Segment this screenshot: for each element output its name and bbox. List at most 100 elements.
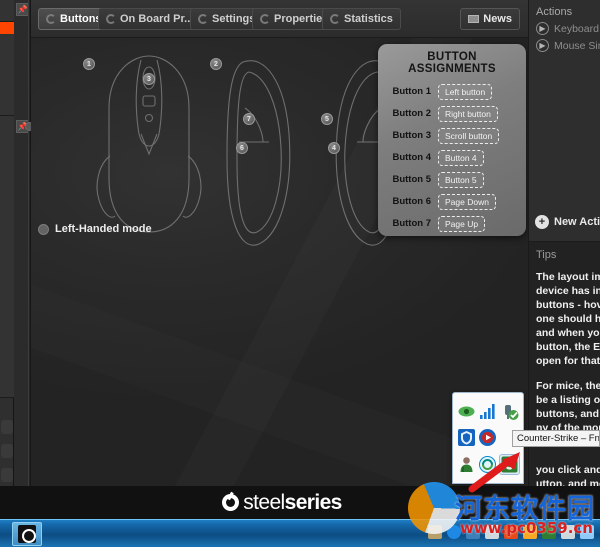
action-item-mouse[interactable]: ▶ Mouse Sin [529,35,600,52]
tips-line: button, the Edit [536,340,600,354]
rail-segment-lower [0,116,14,398]
toolbox-icon[interactable] [428,525,442,539]
overflow-chevron-icon[interactable] [466,525,480,539]
rail-accent-orange [0,22,14,34]
usb-check-icon[interactable] [500,402,519,421]
tips-panel: Tips The layout imag device has inter bu… [529,242,600,519]
button-marker-2[interactable]: 2 [210,58,222,70]
news-label: News [483,13,512,25]
brand-logo-wrap: steelseries [222,491,341,515]
button-marker-7[interactable]: 7 [243,113,255,125]
person-icon[interactable] [504,525,518,539]
help-icon[interactable] [447,525,461,539]
left-handed-mode-row[interactable]: Left-Handed mode [38,223,152,235]
button-marker-5[interactable]: 5 [321,113,333,125]
shield-icon[interactable] [457,428,476,447]
rail-segment-top [0,0,14,22]
assignment-name: Button 4 [384,152,438,163]
assignment-value[interactable]: Scroll button [438,128,499,144]
brand-suffix: series [285,491,342,514]
tab-label: Buttons [60,13,102,25]
assignment-name: Button 5 [384,174,438,185]
tips-line: one should higl [536,312,600,326]
cloud-icon[interactable] [485,525,499,539]
tips-line: The layout imag [536,270,600,284]
tab-statistics[interactable]: Statistics [322,8,401,30]
folder-icon[interactable] [523,525,537,539]
rail-button-3[interactable] [1,468,13,482]
media-player-icon[interactable] [478,428,497,447]
news-button[interactable]: News [460,8,520,30]
assignment-row: Button 1 Left button [384,81,520,102]
taskbar-steelseries-app[interactable] [12,522,42,546]
assignment-value[interactable]: Right button [438,106,498,122]
tab-label: Properties [274,13,328,25]
tips-header: Tips [536,249,600,261]
flag-icon[interactable] [561,525,575,539]
assignment-value[interactable]: Page Up [438,216,485,232]
actions-header: Actions [529,0,600,18]
assignment-value[interactable]: Button 4 [438,150,484,166]
tab-label: Statistics [344,13,393,25]
screenshot-root: 📌 📌 Buttons On Board Pr... Settings Prop… [0,0,600,547]
assignment-name: Button 1 [384,86,438,97]
left-handed-mode-checkbox[interactable] [38,224,49,235]
new-action-label: New Actio [554,216,600,228]
rail-button-2[interactable] [1,444,13,458]
assignment-value[interactable]: Page Down [438,194,496,210]
tab-label: On Board Pr... [120,13,193,25]
shield-icon[interactable] [542,525,556,539]
tab-bar: Buttons On Board Pr... Settings Properti… [31,0,528,38]
button-marker-1[interactable]: 1 [83,58,95,70]
taskbar-tray [428,525,594,539]
newspaper-icon [468,15,479,23]
tips-paragraph: The layout imag device has inter buttons… [536,270,600,368]
chevron-right-icon: ▶ [536,39,549,52]
network-icon[interactable] [580,525,594,539]
eye-icon[interactable] [457,402,476,421]
button-marker-4[interactable]: 4 [328,142,340,154]
button-marker-6[interactable]: 6 [236,142,248,154]
tips-line: open for that bu [536,354,600,368]
brand-text: steelseries [243,491,341,515]
assignment-value[interactable]: Left button [438,84,492,100]
tips-line: buttons, and yo [536,407,600,421]
action-item-keyboard[interactable]: ▶ Keyboard S [529,18,600,35]
action-label: Mouse Sin [554,40,600,52]
button-marker-3[interactable]: 3 [143,73,155,85]
plus-icon: + [535,215,549,229]
tips-line: you click and [536,463,600,477]
tips-line: and when you p [536,326,600,340]
action-label: Keyboard S [554,23,600,35]
actions-panel: Actions ▶ Keyboard S ▶ Mouse Sin + New A… [529,0,600,242]
windows-taskbar [0,519,600,547]
left-rail [0,0,14,519]
chevron-right-icon: ▶ [536,22,549,35]
tab-on-board-profiles[interactable]: On Board Pr... [98,8,201,30]
signal-bars-icon[interactable] [478,402,497,421]
assignment-name: Button 6 [384,196,438,207]
rail-button-1[interactable] [1,420,13,434]
left-handed-mode-label: Left-Handed mode [55,223,152,235]
tab-label: Settings [212,13,255,25]
refresh-icon [198,14,208,24]
assignment-row: Button 4 Button 4 [384,147,520,168]
assignment-row: Button 6 Page Down [384,191,520,212]
refresh-icon [106,14,116,24]
red-arrow-annotation [468,448,528,493]
button-assignments-title: BUTTON ASSIGNMENTS [384,51,520,75]
steelseries-logo-icon [222,494,239,511]
assignment-name: Button 3 [384,130,438,141]
rail-segment-upper [0,34,14,116]
brand-prefix: steel [243,491,284,514]
button-assignments-panel: BUTTON ASSIGNMENTS Button 1 Left button … [378,44,526,236]
tips-line: device has inter [536,284,600,298]
refresh-icon [330,14,340,24]
refresh-icon [260,14,270,24]
assignment-name: Button 2 [384,108,438,119]
assignment-row: Button 3 Scroll button [384,125,520,146]
assignment-value[interactable]: Button 5 [438,172,484,188]
new-action-button[interactable]: + New Actio [535,215,600,229]
assignment-name: Button 7 [384,218,438,229]
tray-tooltip: Counter-Strike – Fna [512,430,600,447]
